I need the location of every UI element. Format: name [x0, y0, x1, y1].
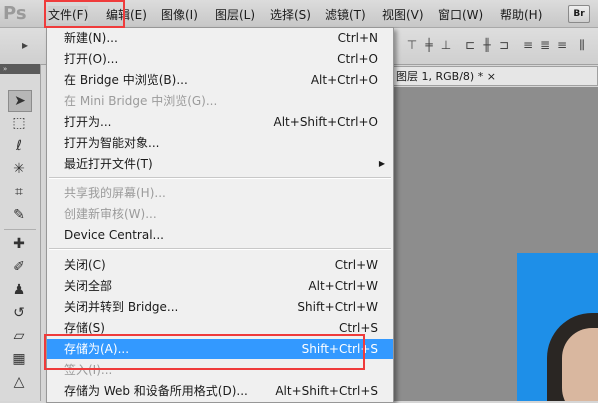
menu-item-browse-mini-bridge: 在 Mini Bridge 中浏览(G)... [64, 94, 218, 108]
menu-item-close-go-bridge[interactable]: 关闭并转到 Bridge... Shift+Ctrl+W [47, 297, 393, 317]
menu-item-recent-files[interactable]: 最近打开文件(T) ▶ [47, 154, 393, 174]
menu-filter[interactable]: 滤镜(T) [325, 6, 366, 23]
align-right-icon[interactable]: ⊐ [497, 38, 511, 52]
align-hcenter-icon[interactable]: ╫ [480, 38, 494, 52]
menu-item-share-screen: 共享我的屏幕(H)... [64, 186, 166, 200]
menu-window[interactable]: 窗口(W) [438, 6, 483, 23]
menu-item-device-central[interactable]: Device Central... [47, 225, 393, 245]
eyedropper-tool-icon[interactable]: ✎ [8, 205, 30, 225]
menu-select[interactable]: 选择(S) [270, 6, 311, 23]
brush-tool-icon[interactable]: ✐ [8, 257, 30, 277]
document-tab[interactable]: 图层 1, RGB/8) * × [390, 66, 598, 86]
menu-item-check-in: 签入(I)... [64, 363, 113, 377]
bridge-button[interactable]: Br [568, 5, 590, 23]
photoshop-logo: Ps [3, 3, 27, 24]
menu-item-save[interactable]: 存储(S) Ctrl+S [47, 318, 393, 338]
crop-tool-icon[interactable]: ⌗ [8, 182, 30, 202]
menu-item-save-for-web[interactable]: 存储为 Web 和设备所用格式(D)... Alt+Shift+Ctrl+S [47, 381, 393, 401]
menu-item-open-smart-object[interactable]: 打开为智能对象... [47, 133, 393, 153]
eraser-tool-icon[interactable]: ▱ [8, 326, 30, 346]
move-tool-icon[interactable]: ➤ [8, 90, 32, 112]
portrait-face [562, 328, 598, 401]
distribute-left-icon[interactable]: ⫼ [575, 38, 589, 52]
menu-edit[interactable]: 编辑(E) [106, 6, 147, 23]
submenu-arrow-icon: ▶ [378, 159, 385, 168]
menu-item-create-review: 创建新审核(W)... [64, 207, 157, 221]
clone-stamp-tool-icon[interactable]: ♟ [8, 280, 30, 300]
file-menu: 新建(N)... Ctrl+N 打开(O)... Ctrl+O 在 Bridge 中… [46, 27, 394, 403]
menu-file[interactable]: 文件(F) [48, 6, 89, 23]
history-brush-tool-icon[interactable]: ↺ [8, 303, 30, 323]
menu-separator [49, 177, 391, 179]
canvas-photo [517, 253, 598, 401]
menu-item-close[interactable]: 关闭(C) Ctrl+W [47, 255, 393, 275]
gradient-tool-icon[interactable]: ▦ [8, 349, 30, 369]
move-tool-icon[interactable]: ▸ [18, 38, 32, 52]
menu-item-save-as[interactable]: 存储为(A)... Shift+Ctrl+S [47, 339, 393, 359]
menu-bar: Ps 文件(F) 编辑(E) 图像(I) 图层(L) 选择(S) 滤镜(T) 视… [0, 0, 598, 28]
menu-help[interactable]: 帮助(H) [500, 6, 542, 23]
marquee-tool-icon[interactable]: ⬚ [8, 113, 30, 133]
distribute-top-icon[interactable]: ≡ [521, 38, 535, 52]
blur-tool-icon[interactable]: △ [8, 372, 30, 392]
align-bottom-icon[interactable]: ⊥ [439, 38, 453, 52]
menu-item-open[interactable]: 打开(O)... Ctrl+O [47, 49, 393, 69]
menu-item-browse-bridge[interactable]: 在 Bridge 中浏览(B)... Alt+Ctrl+O [47, 70, 393, 90]
align-vcenter-icon[interactable]: ╪ [422, 38, 436, 52]
menu-item-close-all[interactable]: 关闭全部 Alt+Ctrl+W [47, 276, 393, 296]
menu-view[interactable]: 视图(V) [382, 6, 424, 23]
tools-panel: » ➤ ⬚ ℓ ✳ ⌗ ✎ ✚ ✐ ♟ ↺ ▱ ▦ △ [0, 64, 41, 401]
align-top-icon[interactable]: ⊤ [405, 38, 419, 52]
tools-collapse-handle[interactable]: » [0, 64, 40, 74]
menu-layer[interactable]: 图层(L) [215, 6, 255, 23]
distribute-bottom-icon[interactable]: ≡ [555, 38, 569, 52]
menu-separator [49, 248, 391, 250]
menu-item-open-as[interactable]: 打开为... Alt+Shift+Ctrl+O [47, 112, 393, 132]
menu-image[interactable]: 图像(I) [161, 6, 198, 23]
menu-item-new[interactable]: 新建(N)... Ctrl+N [47, 28, 393, 48]
magic-wand-tool-icon[interactable]: ✳ [8, 159, 30, 179]
distribute-vcenter-icon[interactable]: ≣ [538, 38, 552, 52]
lasso-tool-icon[interactable]: ℓ [8, 136, 30, 156]
tools-divider [4, 229, 36, 230]
align-left-icon[interactable]: ⊏ [463, 38, 477, 52]
healing-brush-tool-icon[interactable]: ✚ [8, 234, 30, 254]
